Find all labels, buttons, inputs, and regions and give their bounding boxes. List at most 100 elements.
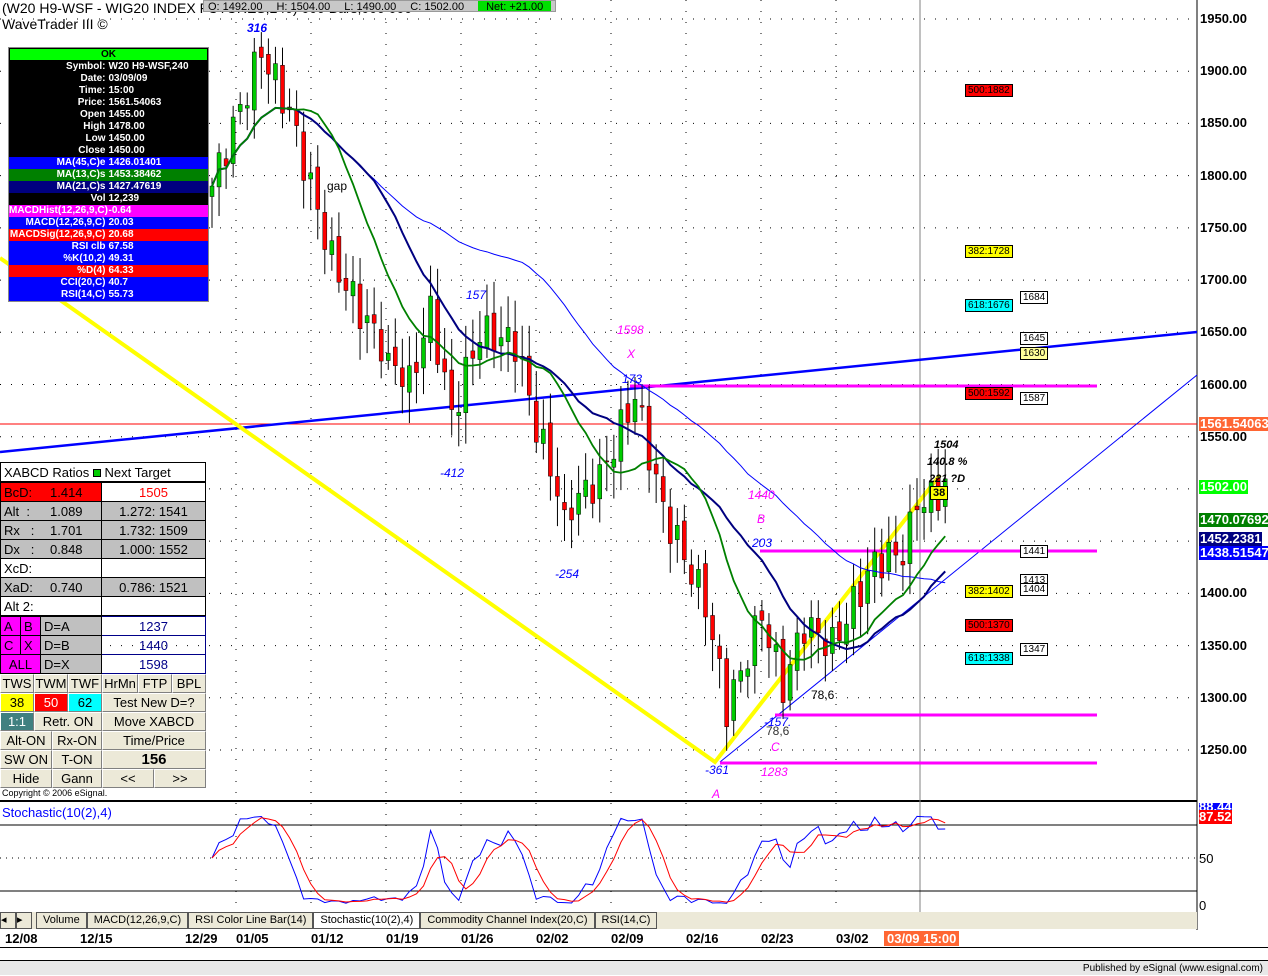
label-1504: 1504	[934, 439, 959, 451]
ftp-button[interactable]: FTP	[138, 674, 172, 693]
ratio-1-1-button[interactable]: 1:1	[0, 712, 34, 731]
tab-macd[interactable]: MACD(12,26,9,C)	[86, 912, 189, 929]
data-window-value: 1450.00	[108, 133, 145, 144]
stoch-tick-50: 50	[1199, 851, 1214, 866]
xabcd-row: Dx : 0.848 1.000: 1552	[0, 539, 206, 559]
price-tick: 1850.00	[1200, 115, 1247, 131]
candle-body	[364, 315, 370, 324]
candle-body	[794, 632, 800, 671]
scroll-left-button[interactable]: ◂	[0, 912, 16, 929]
fib-level-tag: 382:1402	[965, 585, 1013, 599]
date-tick: 12/08	[5, 931, 38, 946]
candle-body	[717, 645, 722, 659]
candle-body	[879, 553, 884, 579]
alt2-button-a[interactable]: A	[0, 616, 21, 636]
candle-body	[668, 506, 673, 544]
hrmn-button[interactable]: HrMn	[102, 674, 138, 693]
price-box-tag: 1347	[1020, 642, 1049, 656]
alt2-button-b[interactable]: B	[20, 616, 41, 636]
data-window-key: Date:	[80, 73, 106, 84]
next-button[interactable]: >>	[154, 769, 206, 788]
candle-body	[611, 458, 617, 468]
scroll-right-button[interactable]: ▸	[16, 912, 32, 929]
tab-rsi[interactable]: RSI(14,C)	[594, 912, 658, 929]
fib-38-button[interactable]: 38	[0, 693, 34, 712]
bpl-button[interactable]: BPL	[172, 674, 206, 693]
t-on-button[interactable]: T-ON	[52, 750, 102, 769]
bar-count-value: 156	[102, 750, 206, 769]
data-window-row: MACDHist(12,26,9,C) -0.64	[9, 205, 208, 217]
price-tick: 1400.00	[1200, 585, 1247, 601]
chart-subtitle: WaveTrader III ©	[2, 16, 108, 32]
candle-body	[653, 463, 659, 475]
tab-cci[interactable]: Commodity Channel Index(20,C)	[420, 912, 595, 929]
twf-button[interactable]: TWF	[68, 674, 102, 693]
move-xabcd-button[interactable]: Move XABCD	[102, 712, 206, 731]
data-window-value: 55.73	[108, 289, 134, 300]
candle-body	[597, 464, 602, 500]
tab-rsi-color-line-bar[interactable]: RSI Color Line Bar(14)	[188, 912, 314, 929]
ratio-value: 1.701	[50, 522, 83, 538]
data-window-row: Low 1450.00	[9, 133, 208, 145]
ratio-value: 0.848	[50, 541, 83, 557]
rx-on-button[interactable]: Rx-ON	[52, 731, 102, 750]
ratio-target	[101, 558, 206, 578]
data-window-row: %K(10,2) 49.31	[9, 253, 208, 265]
tab-stochastic[interactable]: Stochastic(10(2),4)	[313, 912, 421, 929]
data-window-value: 20.68	[108, 229, 134, 240]
alt-on-button[interactable]: Alt-ON	[0, 731, 52, 750]
date-tick: 03/09 15:00	[884, 931, 960, 946]
data-window-row: RSI(14,C) 55.73	[9, 289, 208, 301]
data-window-value: 49.31	[108, 253, 134, 264]
hide-button[interactable]: Hide	[0, 769, 52, 788]
data-window-row: MA(21,C)s 1427.47619	[9, 181, 208, 193]
data-window-key: Open	[79, 109, 106, 120]
data-window-key: CCI(20,C)	[60, 277, 106, 288]
price-value-tag: 1470.07692	[1199, 512, 1268, 527]
data-window-value: 1450.00	[108, 145, 145, 156]
label-173: 173	[622, 372, 643, 386]
data-window-value: 1561.54063	[108, 97, 162, 108]
d-point-marker[interactable]: 38	[930, 486, 949, 500]
tab-volume[interactable]: Volume	[36, 912, 87, 929]
candle-body	[252, 51, 257, 111]
test-new-d-button[interactable]: Test New D=?	[102, 693, 206, 712]
candle-body	[308, 172, 313, 180]
label-157: 157	[466, 288, 487, 302]
tws-button[interactable]: TWS	[0, 674, 34, 693]
time-price-button[interactable]: Time/Price	[102, 731, 206, 750]
candle-body	[710, 615, 715, 641]
candle-body	[393, 346, 398, 366]
label-minus-361: -361	[705, 763, 730, 777]
alt2-button-x[interactable]: X	[20, 635, 41, 655]
alt2-button-c[interactable]: C	[0, 635, 21, 655]
price-tick: 1700.00	[1200, 272, 1247, 288]
candle-body	[294, 109, 299, 126]
prev-button[interactable]: <<	[102, 769, 154, 788]
ratio-name: XcD:	[0, 558, 102, 578]
candle-body	[830, 627, 835, 654]
candle-body	[315, 166, 320, 210]
twm-button[interactable]: TWM	[34, 674, 68, 693]
stoch-tick-0: 0	[1199, 898, 1207, 913]
candle-body	[900, 561, 906, 566]
gann-button[interactable]: Gann	[52, 769, 102, 788]
alt2-button-all[interactable]: ALL	[0, 654, 41, 674]
label-1283: 1283	[761, 765, 788, 779]
fib-50-button[interactable]: 50	[34, 693, 68, 712]
data-window-key: MA(13,C)s	[56, 169, 106, 180]
fib-62-button[interactable]: 62	[68, 693, 102, 712]
data-window-value: 15:00	[108, 85, 135, 96]
candle-body	[872, 551, 877, 577]
candle-body	[456, 412, 461, 416]
ratio-key: XcD:	[4, 560, 33, 576]
candle-body	[266, 54, 271, 75]
xabcd-title: XABCD Ratios	[4, 465, 90, 480]
candle-body	[336, 236, 342, 283]
date-tick: 12/29	[185, 931, 218, 946]
data-window-row: %D(4) 64.33	[9, 265, 208, 277]
candle-body	[435, 299, 440, 365]
retr-on-button[interactable]: Retr. ON	[34, 712, 102, 731]
sw-on-button[interactable]: SW ON	[0, 750, 52, 769]
candle-body	[759, 610, 765, 621]
